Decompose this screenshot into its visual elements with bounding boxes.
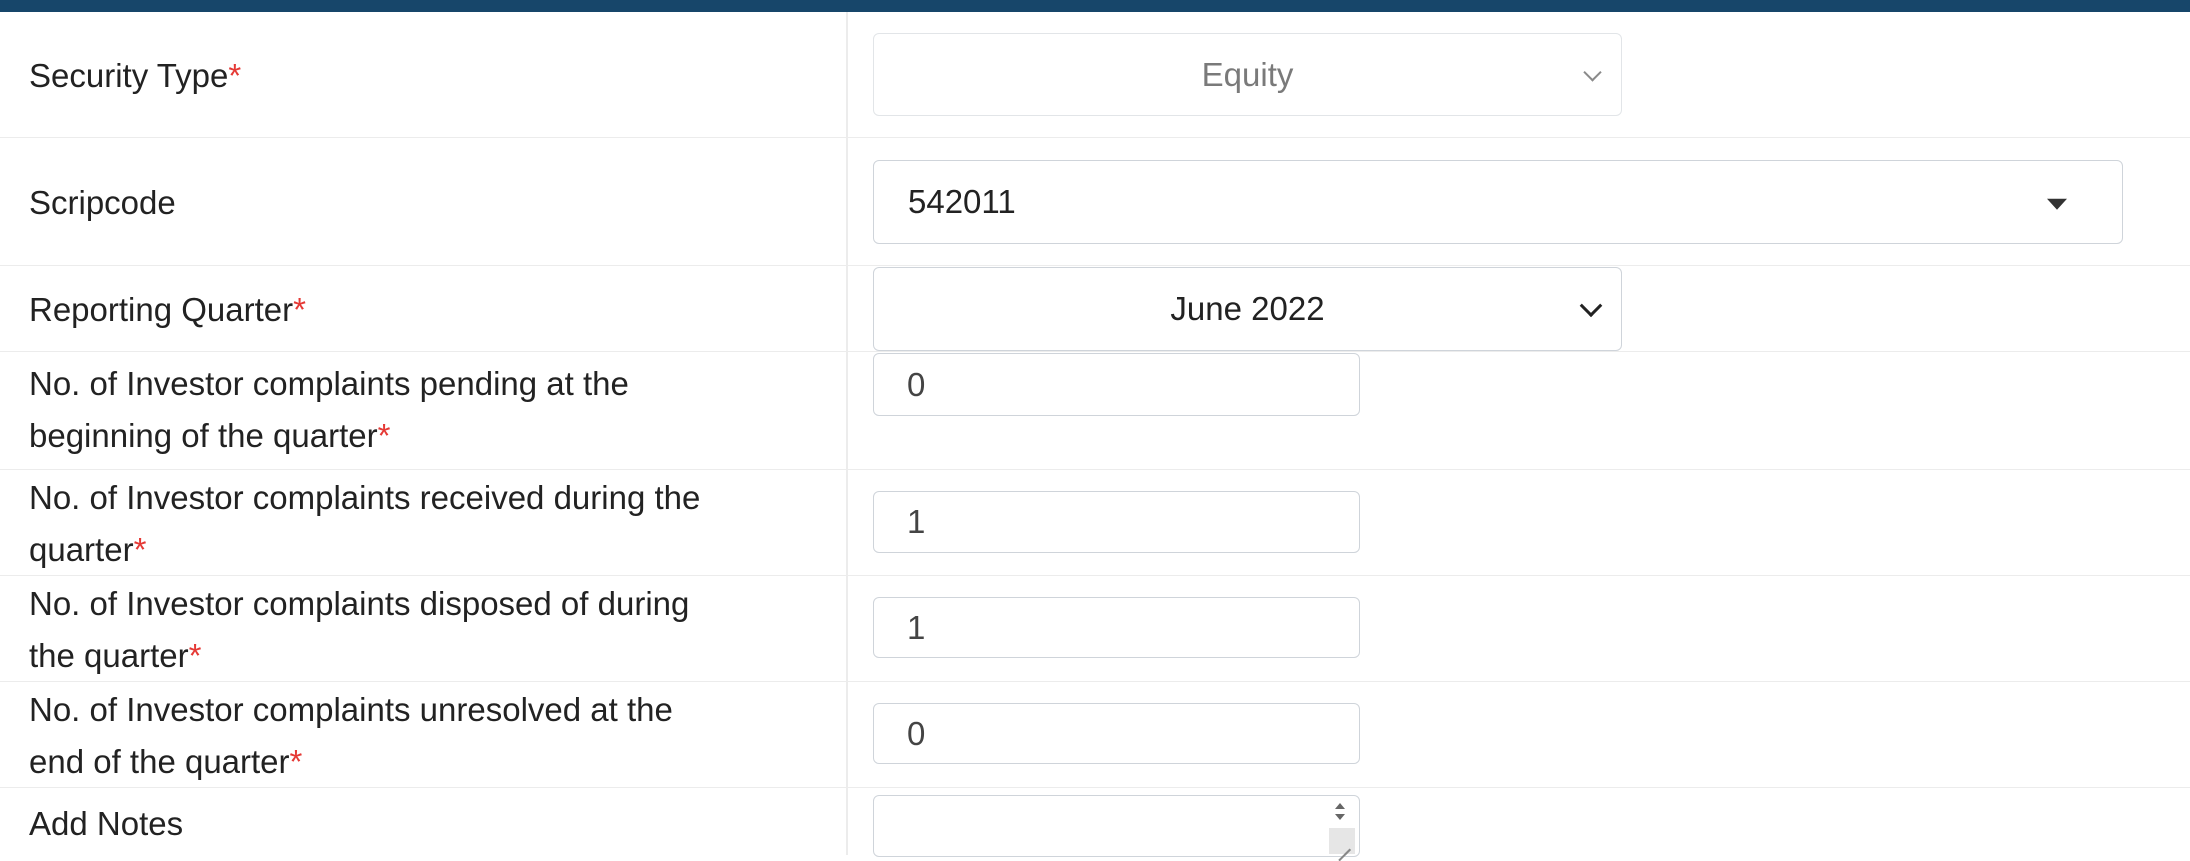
security-type-label: Security Type* <box>29 50 241 102</box>
unresolved-end-label-line1: No. of Investor complaints unresolved at… <box>29 691 673 728</box>
reporting-quarter-label-text: Reporting Quarter <box>29 291 294 328</box>
received-value: 1 <box>907 503 926 540</box>
scripcode-label: Scripcode <box>29 177 176 229</box>
disposed-label-line2: the quarter <box>29 637 189 674</box>
disposed-label-line1: No. of Investor complaints disposed of d… <box>29 585 690 622</box>
required-mark: * <box>133 531 147 568</box>
unresolved-end-label-line2: end of the quarter <box>29 743 290 780</box>
pending-beginning-label-line2: beginning of the quarter <box>29 417 378 454</box>
header-bar <box>0 0 2190 12</box>
required-mark: * <box>188 637 202 674</box>
received-label-line1: No. of Investor complaints received duri… <box>29 479 701 516</box>
disposed-value: 1 <box>907 608 926 646</box>
received-input[interactable]: 1 <box>873 491 1360 553</box>
scripcode-label-text: Scripcode <box>29 184 176 221</box>
add-notes-label: Add Notes <box>29 798 183 850</box>
received-label-line2: quarter <box>29 531 134 568</box>
caret-down-icon <box>2047 198 2067 210</box>
add-notes-textarea[interactable] <box>873 795 1360 857</box>
required-mark: * <box>228 57 242 94</box>
reporting-quarter-value: June 2022 <box>1170 290 1325 327</box>
security-type-label-text: Security Type <box>29 57 229 94</box>
pending-beginning-input[interactable]: 0 <box>873 353 1360 416</box>
add-notes-label-text: Add Notes <box>29 805 184 842</box>
disposed-input[interactable]: 1 <box>873 597 1360 658</box>
reporting-quarter-label: Reporting Quarter* <box>29 284 306 336</box>
pending-beginning-label: No. of Investor complaints pending at th… <box>29 358 629 462</box>
scripcode-value: 542011 <box>908 183 1016 220</box>
spinner-arrows-icon[interactable] <box>1329 800 1351 830</box>
security-type-select[interactable]: Equity <box>873 33 1622 116</box>
security-type-value: Equity <box>1201 55 1294 93</box>
received-label: No. of Investor complaints received duri… <box>29 472 700 576</box>
reporting-quarter-select[interactable]: June 2022 <box>873 267 1622 351</box>
required-mark: * <box>293 291 306 328</box>
resize-handle-icon[interactable] <box>1329 828 1355 854</box>
pending-beginning-label-line1: No. of Investor complaints pending at th… <box>29 365 629 402</box>
unresolved-end-value: 0 <box>907 714 926 752</box>
unresolved-end-label: No. of Investor complaints unresolved at… <box>29 684 673 788</box>
required-mark: * <box>377 417 391 454</box>
disposed-label: No. of Investor complaints disposed of d… <box>29 578 689 682</box>
required-mark: * <box>289 743 303 780</box>
unresolved-end-input[interactable]: 0 <box>873 703 1360 764</box>
scripcode-select[interactable]: 542011 <box>873 160 2123 244</box>
pending-beginning-value: 0 <box>907 365 926 403</box>
